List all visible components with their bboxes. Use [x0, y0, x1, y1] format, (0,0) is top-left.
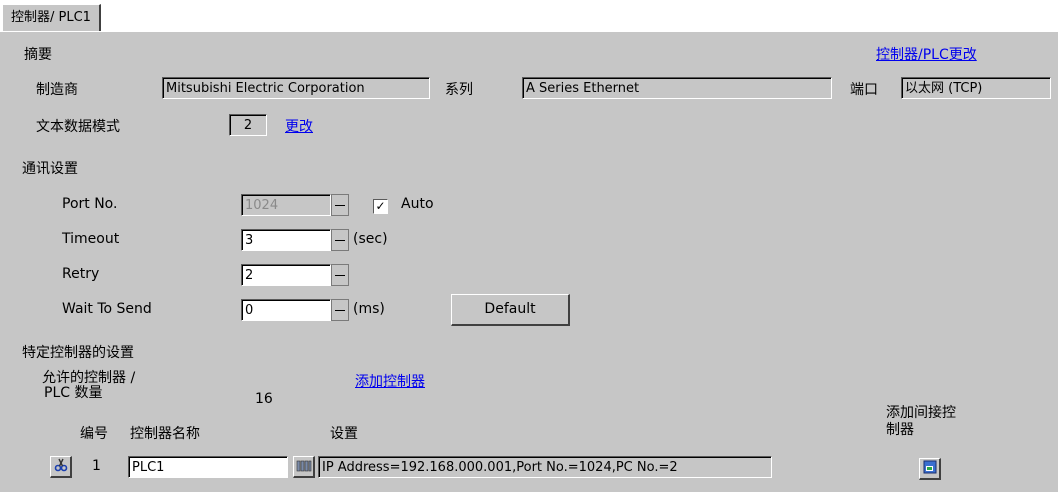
tab-controller-plc1[interactable]: 控制器/ PLC1	[2, 4, 101, 32]
device-settings-icon	[296, 458, 312, 476]
series-label: 系列	[445, 82, 473, 98]
retry-spinner[interactable]	[331, 264, 349, 286]
col-settings-header: 设置	[330, 426, 358, 442]
allowed-devices-label: 允许的控制器 / PLC 数量	[42, 370, 136, 401]
add-indirect-device-button[interactable]	[919, 458, 941, 480]
manufacturer-field: Mitsubishi Electric Corporation	[162, 77, 430, 99]
text-mode-change-link[interactable]: 更改	[285, 116, 313, 136]
timeout-input[interactable]: 3	[241, 229, 331, 251]
wait-to-send-input[interactable]: 0	[241, 299, 331, 321]
text-mode-label: 文本数据模式	[36, 119, 120, 135]
port-no-input[interactable]: 1024	[241, 194, 331, 216]
wait-to-send-label: Wait To Send	[62, 301, 152, 317]
default-button[interactable]: Default	[451, 294, 570, 326]
device-settings-field: IP Address=192.168.000.001,Port No.=1024…	[318, 456, 772, 478]
port-no-spinner[interactable]	[331, 194, 349, 216]
allowed-devices-count: 16	[255, 391, 273, 407]
col-name-header: 控制器名称	[130, 426, 200, 442]
device-row-number: 1	[92, 458, 101, 474]
auto-label: Auto	[401, 196, 434, 212]
wait-to-send-spinner[interactable]	[331, 299, 349, 321]
port-type-field: 以太网 (TCP)	[901, 77, 1051, 99]
series-field: A Series Ethernet	[522, 77, 832, 99]
tab-bar: 控制器/ PLC1	[0, 0, 1064, 32]
auto-checkbox[interactable]: ✓	[373, 199, 388, 214]
add-indirect-device-icon	[923, 460, 937, 478]
col-number-header: 编号	[80, 426, 108, 442]
device-settings-button[interactable]	[293, 456, 315, 478]
settings-panel: 摘要 控制器/PLC更改 制造商 Mitsubishi Electric Cor…	[0, 31, 1058, 492]
port-label: 端口	[850, 82, 878, 98]
retry-label: Retry	[62, 266, 100, 282]
manufacturer-label: 制造商	[36, 82, 78, 98]
device-name-input[interactable]: PLC1	[128, 456, 288, 478]
retry-input[interactable]: 2	[241, 264, 331, 286]
add-indirect-device-label: 添加间接控 制器	[886, 405, 956, 438]
timeout-spinner[interactable]	[331, 229, 349, 251]
add-device-link[interactable]: 添加控制器	[355, 371, 425, 391]
controller-change-link[interactable]: 控制器/PLC更改	[876, 44, 977, 64]
comm-heading: 通讯设置	[22, 161, 78, 177]
scissors-icon	[54, 458, 68, 476]
port-no-label: Port No.	[62, 196, 118, 212]
delete-device-button[interactable]	[50, 456, 72, 478]
device-heading: 特定控制器的设置	[22, 345, 134, 361]
timeout-unit: (sec)	[353, 231, 388, 247]
summary-heading: 摘要	[24, 47, 52, 63]
text-mode-value: 2	[229, 114, 267, 136]
timeout-label: Timeout	[62, 231, 120, 247]
wait-to-send-unit: (ms)	[353, 301, 385, 317]
